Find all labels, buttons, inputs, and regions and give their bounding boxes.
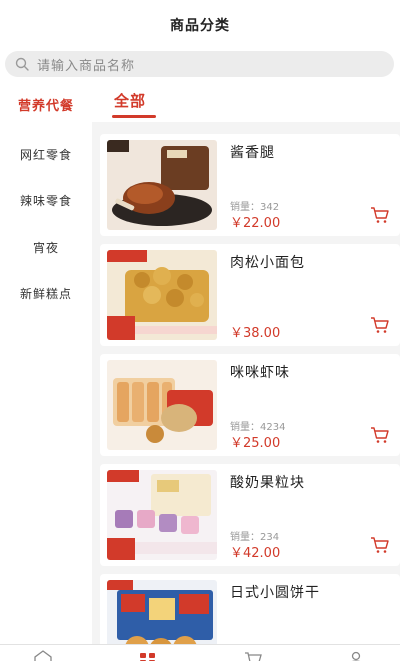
product-price: ￥25.00 (230, 436, 281, 451)
product-image-shrimp-snack (107, 360, 217, 450)
add-to-cart-icon[interactable] (370, 536, 390, 554)
product-card[interactable]: 酱香腿 销量：342 ￥22.00 (100, 134, 400, 236)
page-title: 商品分类 (170, 18, 230, 34)
search-bar[interactable]: 请输入商品名称 (5, 51, 394, 77)
product-name: 肉松小面包 (230, 255, 305, 271)
user-icon[interactable] (346, 649, 366, 661)
product-name: 酱香腿 (230, 145, 275, 161)
product-sales: 销量：4234 (230, 422, 286, 433)
category-icon[interactable] (138, 649, 158, 661)
product-image-braised-leg (107, 140, 217, 230)
product-sales: 销量：234 (230, 532, 280, 543)
product-price: ￥38.00 (230, 326, 281, 341)
sidebar-item-internet-snacks[interactable]: 网红零食 (0, 134, 92, 174)
search-input[interactable]: 请输入商品名称 (37, 55, 135, 74)
sidebar-item-late-night[interactable]: 宵夜 (0, 227, 92, 267)
product-card[interactable]: 咪咪虾味 销量：4234 ￥25.00 (100, 354, 400, 456)
home-icon[interactable] (33, 649, 53, 661)
sidebar-item-nutrition-meal[interactable]: 营养代餐 (0, 84, 92, 124)
product-list-area: 全部 酱香腿 销量：342 ￥22.00 肉松小面包 ￥38.00 咪咪虾味 销… (92, 82, 400, 644)
product-card[interactable]: 日式小圆饼干 (100, 574, 400, 644)
tab-all[interactable]: 全部 (114, 90, 146, 111)
sidebar-item-fresh-pastry[interactable]: 新鲜糕点 (0, 273, 92, 313)
sidebar-item-spicy-snacks[interactable]: 辣味零食 (0, 180, 92, 220)
tab-bar: 全部 (92, 82, 400, 122)
add-to-cart-icon[interactable] (370, 206, 390, 224)
product-price: ￥42.00 (230, 546, 281, 561)
product-sales: 销量：342 (230, 202, 280, 213)
product-name: 酸奶果粒块 (230, 475, 305, 491)
product-image-meat-floss-bread (107, 250, 217, 340)
cart-icon[interactable] (243, 649, 263, 661)
product-price: ￥22.00 (230, 216, 281, 231)
product-image-japanese-round-biscuits (107, 580, 217, 644)
search-icon (13, 55, 31, 73)
product-image-yogurt-fruit-cubes (107, 470, 217, 560)
product-card[interactable]: 酸奶果粒块 销量：234 ￥42.00 (100, 464, 400, 566)
product-name: 日式小圆饼干 (230, 585, 320, 601)
product-card[interactable]: 肉松小面包 ￥38.00 (100, 244, 400, 346)
add-to-cart-icon[interactable] (370, 316, 390, 334)
category-sidebar: 营养代餐 网红零食 辣味零食 宵夜 新鲜糕点 (0, 82, 92, 644)
page-header: 商品分类 (0, 0, 400, 50)
tab-active-indicator (112, 115, 156, 118)
add-to-cart-icon[interactable] (370, 426, 390, 444)
product-name: 咪咪虾味 (230, 365, 290, 381)
bottom-nav (0, 644, 400, 661)
